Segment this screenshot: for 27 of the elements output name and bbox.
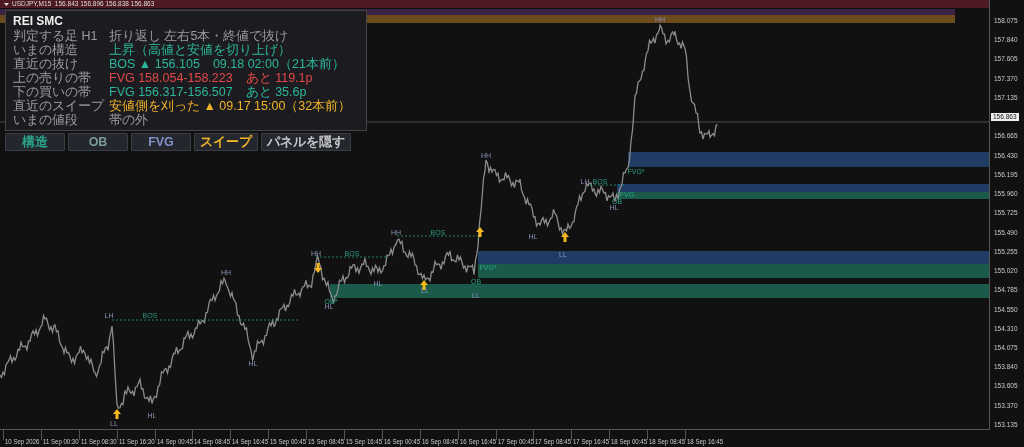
row-label: いまの値段 bbox=[13, 113, 79, 127]
up-arrow-icon bbox=[113, 409, 121, 419]
row-label: 直近のスイープ bbox=[13, 99, 106, 113]
row-value: 折り返し 左右5本・終値で抜け bbox=[109, 29, 290, 43]
bos-line bbox=[589, 184, 626, 186]
panel-button[interactable]: OB bbox=[68, 133, 128, 151]
row-value: BOS ▲ 156.105 09.18 02:00（21本前） bbox=[109, 57, 346, 71]
panel-title: REI SMC bbox=[13, 14, 64, 29]
up-arrow-icon bbox=[476, 227, 484, 237]
up-arrow-icon bbox=[420, 280, 428, 290]
row-label: 上の売りの帯 bbox=[13, 71, 92, 85]
panel-button[interactable]: FVG bbox=[131, 133, 191, 151]
down-arrow-icon bbox=[314, 263, 322, 273]
row-value: 帯の外 bbox=[109, 113, 149, 127]
panel-button[interactable]: 構造 bbox=[5, 133, 65, 151]
row-label: 直近の抜け bbox=[13, 57, 79, 71]
row-value: 上昇（高値と安値を切り上げ） bbox=[109, 43, 292, 57]
row-value: FVG 156.317-156.507 あと 35.6p bbox=[109, 85, 308, 99]
row-value: 安値側を刈った ▲ 09.17 15:00（32本前） bbox=[109, 99, 353, 113]
row-value: FVG 158.054-158.223 あと 119.1p bbox=[109, 71, 314, 85]
up-arrow-icon bbox=[561, 232, 569, 242]
panel-button[interactable]: パネルを隠す bbox=[261, 133, 351, 151]
row-label: 下の買いの帯 bbox=[13, 85, 92, 99]
dropdown-icon bbox=[4, 1, 9, 7]
row-label: いまの構造 bbox=[13, 43, 79, 57]
row-label: 判定する足 H1 bbox=[13, 29, 99, 43]
panel-button[interactable]: スイープ bbox=[194, 133, 258, 151]
